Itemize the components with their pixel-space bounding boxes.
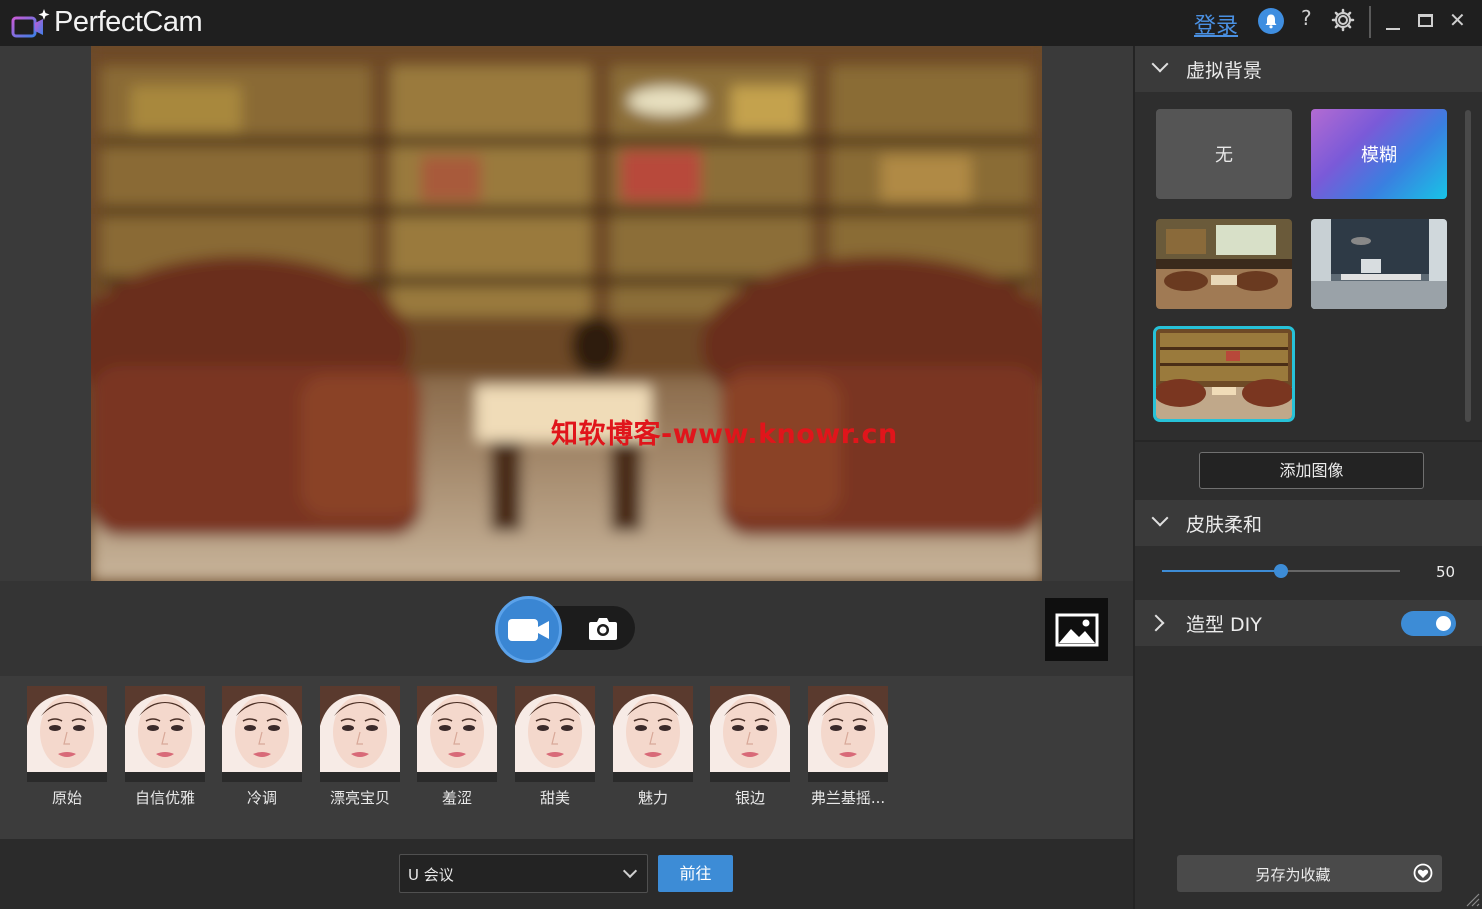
help-icon[interactable]: ? bbox=[1301, 6, 1312, 30]
look-label: 银边 bbox=[734, 789, 765, 807]
panel-divider bbox=[1135, 440, 1482, 442]
virtual-background-header[interactable]: 虚拟背景 bbox=[1135, 46, 1482, 92]
look-item[interactable]: 羞涩 bbox=[417, 686, 497, 808]
main-area: 知软博客-www.knowr.cn 原始 自信优雅 冷调 漂亮宝贝 羞涩 甜美 魅力 银边 弗兰… bbox=[0, 46, 1133, 909]
library-background-image bbox=[91, 46, 1042, 581]
login-link[interactable]: 登录 bbox=[1194, 8, 1238, 40]
office-thumbnail-image bbox=[1311, 219, 1447, 309]
look-face-thumbnail bbox=[808, 686, 888, 782]
conference-app-select-value: U 会议 bbox=[408, 866, 454, 884]
look-item[interactable]: 魅力 bbox=[613, 686, 693, 808]
look-label: 魅力 bbox=[637, 789, 668, 807]
app-logo-icon bbox=[11, 9, 50, 38]
virtual-background-title: 虚拟背景 bbox=[1186, 60, 1263, 82]
background-none-tile[interactable]: 无 bbox=[1156, 109, 1292, 199]
capture-control-bar bbox=[0, 581, 1133, 676]
library-thumbnail-image bbox=[1156, 329, 1292, 419]
close-icon[interactable]: ✕ bbox=[1449, 10, 1466, 30]
background-blur-tile[interactable]: 模糊 bbox=[1311, 109, 1447, 199]
look-face-thumbnail bbox=[222, 686, 302, 782]
look-label: 漂亮宝贝 bbox=[329, 789, 390, 807]
look-face-thumbnail bbox=[417, 686, 497, 782]
background-cafe-tile[interactable] bbox=[1156, 219, 1292, 309]
camera-icon[interactable] bbox=[585, 614, 621, 644]
maximize-icon[interactable] bbox=[1418, 14, 1433, 27]
chevron-down-icon bbox=[1151, 509, 1169, 527]
background-blur-label: 模糊 bbox=[1361, 145, 1397, 166]
look-label: 弗兰基摇... bbox=[810, 789, 886, 807]
skin-smoothing-slider-thumb[interactable] bbox=[1274, 564, 1288, 578]
makeup-diy-toggle[interactable] bbox=[1401, 611, 1456, 636]
skin-smoothing-value: 50 bbox=[1436, 563, 1456, 581]
favorite-heart-icon bbox=[1413, 863, 1433, 883]
look-label: 原始 bbox=[51, 789, 82, 807]
look-item[interactable]: 自信优雅 bbox=[125, 686, 205, 808]
look-item[interactable]: 原始 bbox=[27, 686, 107, 808]
minimize-icon[interactable] bbox=[1386, 28, 1400, 30]
look-item[interactable]: 银边 bbox=[710, 686, 790, 808]
cafe-thumbnail-image bbox=[1156, 219, 1292, 309]
look-item[interactable]: 漂亮宝贝 bbox=[320, 686, 400, 808]
look-item[interactable]: 甜美 bbox=[515, 686, 595, 808]
save-as-favorite-button[interactable]: 另存为收藏 bbox=[1177, 855, 1442, 892]
camera-preview: 知软博客-www.knowr.cn bbox=[91, 46, 1042, 581]
image-gallery-icon bbox=[1055, 613, 1098, 646]
skin-smoothing-header[interactable]: 皮肤柔和 bbox=[1135, 500, 1482, 546]
go-button[interactable]: 前往 bbox=[658, 855, 733, 892]
watermark-text: 知软博客-www.knowr.cn bbox=[551, 419, 898, 450]
background-office-tile[interactable] bbox=[1311, 219, 1447, 309]
chevron-right-icon bbox=[1147, 614, 1165, 632]
skin-smoothing-slider-fill bbox=[1162, 570, 1281, 572]
skin-smoothing-title: 皮肤柔和 bbox=[1186, 514, 1263, 536]
video-camera-icon bbox=[507, 618, 549, 641]
look-face-thumbnail bbox=[320, 686, 400, 782]
look-face-thumbnail bbox=[710, 686, 790, 782]
makeup-diy-toggle-knob bbox=[1436, 616, 1451, 631]
video-mode-button[interactable] bbox=[495, 596, 562, 663]
skin-smoothing-slider[interactable] bbox=[1162, 564, 1400, 578]
makeup-looks-strip: 原始 自信优雅 冷调 漂亮宝贝 羞涩 甜美 魅力 银边 弗兰基摇... bbox=[0, 676, 1133, 839]
look-label: 冷调 bbox=[246, 789, 277, 807]
chevron-down-icon bbox=[1151, 55, 1169, 73]
resize-grip-icon[interactable] bbox=[1464, 891, 1480, 907]
title-bar: PerfectCam 登录 ? ✕ bbox=[0, 0, 1482, 46]
app-title: PerfectCam bbox=[54, 6, 203, 38]
look-item[interactable]: 冷调 bbox=[222, 686, 302, 808]
background-library-tile[interactable] bbox=[1153, 326, 1295, 422]
look-face-thumbnail bbox=[125, 686, 205, 782]
chevron-down-icon bbox=[622, 863, 638, 879]
bell-glyph-icon bbox=[1265, 14, 1277, 29]
titlebar-divider bbox=[1369, 6, 1371, 38]
save-as-favorite-label: 另存为收藏 bbox=[1255, 866, 1331, 884]
look-face-thumbnail bbox=[515, 686, 595, 782]
makeup-diy-title: 造型 DIY bbox=[1186, 614, 1262, 636]
look-face-thumbnail bbox=[27, 686, 107, 782]
gallery-button[interactable] bbox=[1045, 598, 1108, 661]
add-image-button[interactable]: 添加图像 bbox=[1199, 452, 1424, 489]
settings-panel: 虚拟背景 无 模糊 添加图像 皮肤柔和 50 造型 DIY 另存为收藏 bbox=[1133, 46, 1482, 909]
gear-icon[interactable] bbox=[1331, 8, 1355, 32]
background-none-label: 无 bbox=[1215, 145, 1233, 166]
conference-app-select[interactable]: U 会议 bbox=[399, 854, 648, 893]
look-item[interactable]: 弗兰基摇... bbox=[808, 686, 888, 808]
notification-bell-icon[interactable] bbox=[1258, 8, 1284, 34]
look-label: 甜美 bbox=[539, 789, 570, 807]
look-face-thumbnail bbox=[613, 686, 693, 782]
look-label: 羞涩 bbox=[441, 789, 472, 807]
look-label: 自信优雅 bbox=[134, 789, 195, 807]
background-list-scrollbar[interactable] bbox=[1465, 110, 1471, 422]
bottom-bar: U 会议 前往 bbox=[0, 839, 1133, 909]
